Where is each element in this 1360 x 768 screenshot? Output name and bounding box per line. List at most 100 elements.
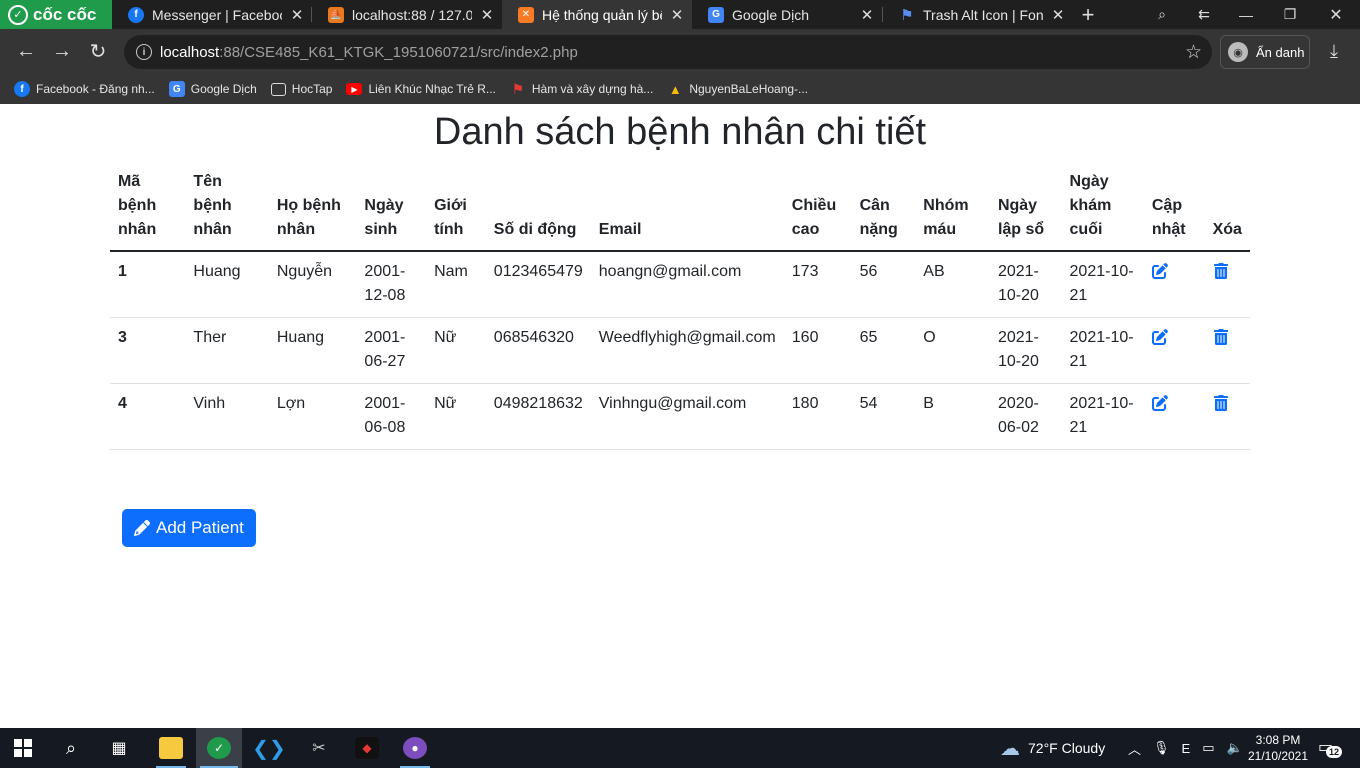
incognito-label: Ẩn danh	[1256, 44, 1305, 60]
browser-tab-strip: ✓ cốc cốc f Messenger | Faceboo ✕ ⛵ loca…	[0, 0, 1360, 29]
weather-widget[interactable]: ☁ 72°F Cloudy	[1000, 728, 1105, 768]
bookmark-google-translate[interactable]: G Google Dịch	[168, 81, 257, 97]
notification-badge: 12	[1326, 746, 1343, 758]
search-icon[interactable]: ⌕	[48, 728, 94, 768]
bookmark-star-icon[interactable]: ☆	[1185, 41, 1202, 64]
cloud-icon: ☁	[1000, 737, 1020, 760]
column-header: Giới tính	[426, 170, 486, 252]
column-header: Mã bệnh nhân	[110, 170, 186, 252]
tools-icon[interactable]: ✂	[296, 728, 342, 768]
info-icon[interactable]: i	[136, 44, 152, 60]
patient-id: 4	[110, 383, 186, 450]
red-flag-icon: ⚑	[511, 80, 525, 97]
back-arrow-icon[interactable]: ←	[12, 37, 40, 65]
patient-last-visit: 2021-10-21	[1061, 317, 1144, 384]
patient-last-name: Huang	[268, 317, 357, 384]
microphone-icon[interactable]: 🎙	[1153, 740, 1170, 756]
garena-icon[interactable]: ◆	[344, 728, 390, 768]
trash-icon[interactable]	[1213, 329, 1229, 347]
folder-icon	[270, 82, 286, 96]
close-icon[interactable]: ✕	[858, 6, 876, 24]
file-explorer-icon[interactable]	[148, 728, 194, 768]
facebook-icon: f	[128, 6, 144, 23]
reload-icon[interactable]: ↻	[84, 37, 112, 65]
patient-created-date: 2021-10-20	[989, 317, 1062, 384]
tab-active-patient-system[interactable]: ✕ Hệ thống quản lý bệ ✕	[502, 0, 692, 29]
coccoc-logo-icon: ✓	[8, 4, 28, 25]
tab-messenger[interactable]: f Messenger | Faceboo ✕	[112, 0, 312, 29]
column-header: Ngày khám cuối	[1061, 170, 1144, 252]
patient-created-date: 2020-06-02	[989, 383, 1062, 450]
table-row: 1 Huang Nguyễn 2001-12-08 Nam 0123465479…	[110, 251, 1250, 318]
github-desktop-icon[interactable]: ●	[392, 728, 438, 768]
windows-start-icon[interactable]	[0, 728, 46, 768]
patient-gender: Nam	[426, 251, 486, 318]
trash-icon[interactable]	[1213, 395, 1229, 413]
new-tab-button[interactable]: +	[1076, 0, 1100, 29]
system-tray: ︿ 🎙 E ▭ 🔈	[1128, 728, 1243, 768]
close-icon[interactable]: ✕	[1049, 6, 1067, 24]
patient-last-name: Lợn	[268, 383, 357, 450]
close-icon[interactable]: ✕	[288, 6, 306, 24]
clock[interactable]: 3:08 PM 21/10/2021	[1242, 732, 1314, 764]
column-header: Nhóm máu	[915, 170, 990, 252]
patient-last-visit: 2021-10-21	[1061, 383, 1144, 450]
tab-search-icon[interactable]: ⌕	[1142, 0, 1182, 29]
edit-icon[interactable]	[1151, 263, 1168, 281]
patient-height: 160	[783, 317, 852, 384]
coccoc-browser-icon[interactable]: ✓	[196, 728, 242, 768]
restore-icon[interactable]: ❐	[1270, 0, 1310, 29]
network-icon[interactable]: ▭	[1202, 740, 1214, 756]
close-icon[interactable]: ✕	[668, 6, 686, 24]
coccoc-menu-button[interactable]: ✓ cốc cốc	[0, 0, 112, 29]
task-view-icon[interactable]: ▦	[96, 728, 142, 768]
column-header: Email	[590, 170, 784, 252]
patient-id: 3	[110, 317, 186, 384]
patient-first-name: Huang	[185, 251, 269, 318]
edit-icon[interactable]	[1151, 395, 1168, 413]
trash-icon[interactable]	[1213, 263, 1229, 281]
window-close-icon[interactable]: ✕	[1316, 0, 1356, 29]
bookmark-google-drive[interactable]: ▲ NguyenBaLeHoang-...	[667, 81, 808, 97]
add-patient-button[interactable]: Add Patient	[122, 509, 256, 547]
google-drive-icon: ▲	[668, 81, 682, 97]
bookmark-functions[interactable]: ⚑ Hàm và xây dựng hà...	[510, 80, 654, 97]
patient-blood-type: O	[915, 317, 990, 384]
incognito-button[interactable]: ◉ Ẩn danh	[1220, 35, 1310, 69]
vscode-icon[interactable]: ❮❯	[246, 728, 292, 768]
address-bar[interactable]: i localhost:88/CSE485_K61_KTGK_195106072…	[124, 35, 1212, 69]
patient-weight: 54	[851, 383, 916, 450]
edit-cell	[1143, 383, 1205, 450]
patient-last-name: Nguyễn	[268, 251, 357, 318]
tab-phpmyadmin[interactable]: ⛵ localhost:88 / 127.0.0 ✕	[312, 0, 502, 29]
patient-dob: 2001-06-27	[356, 317, 427, 384]
volume-icon[interactable]: 🔈	[1227, 740, 1243, 756]
tab-font-awesome[interactable]: ⚑ Trash Alt Icon | Font A ✕	[883, 0, 1073, 29]
delete-cell	[1204, 317, 1250, 384]
close-icon[interactable]: ✕	[478, 6, 496, 24]
download-icon[interactable]: ⤓	[1320, 37, 1348, 65]
table-header-row: Mã bệnh nhân Tên bệnh nhân Họ bệnh nhân …	[110, 170, 1250, 252]
url-host: localhost	[160, 43, 220, 61]
patient-email: Vinhngu@gmail.com	[590, 383, 784, 450]
google-translate-icon: G	[168, 81, 185, 97]
edit-cell	[1143, 317, 1205, 384]
minimize-icon[interactable]: —	[1226, 0, 1266, 29]
weather-text: 72°F Cloudy	[1028, 740, 1106, 756]
input-method-icon[interactable]: E	[1182, 741, 1191, 756]
patient-height: 180	[783, 383, 852, 450]
chevron-up-icon[interactable]: ︿	[1128, 739, 1141, 758]
bookmark-youtube[interactable]: ▶ Liên Khúc Nhạc Trẻ R...	[346, 82, 496, 96]
bookmark-folder-hoctap[interactable]: HocTap	[270, 82, 332, 96]
flag-icon: ⚑	[900, 6, 914, 24]
notification-center-icon[interactable]: ▭ 12	[1318, 737, 1343, 759]
tab-google-translate[interactable]: G Google Dịch ✕	[692, 0, 882, 29]
incognito-icon: ◉	[1228, 42, 1248, 62]
bookmark-facebook[interactable]: f Facebook - Đăng nh...	[14, 81, 155, 97]
facebook-icon: f	[14, 81, 30, 97]
patient-blood-type: B	[915, 383, 990, 450]
edit-icon[interactable]	[1151, 329, 1168, 347]
forward-arrow-icon[interactable]: →	[48, 37, 76, 65]
sidebar-icon[interactable]: ⇇	[1184, 0, 1224, 29]
browser-toolbar: ← → ↻ i localhost:88/CSE485_K61_KTGK_195…	[0, 29, 1360, 74]
